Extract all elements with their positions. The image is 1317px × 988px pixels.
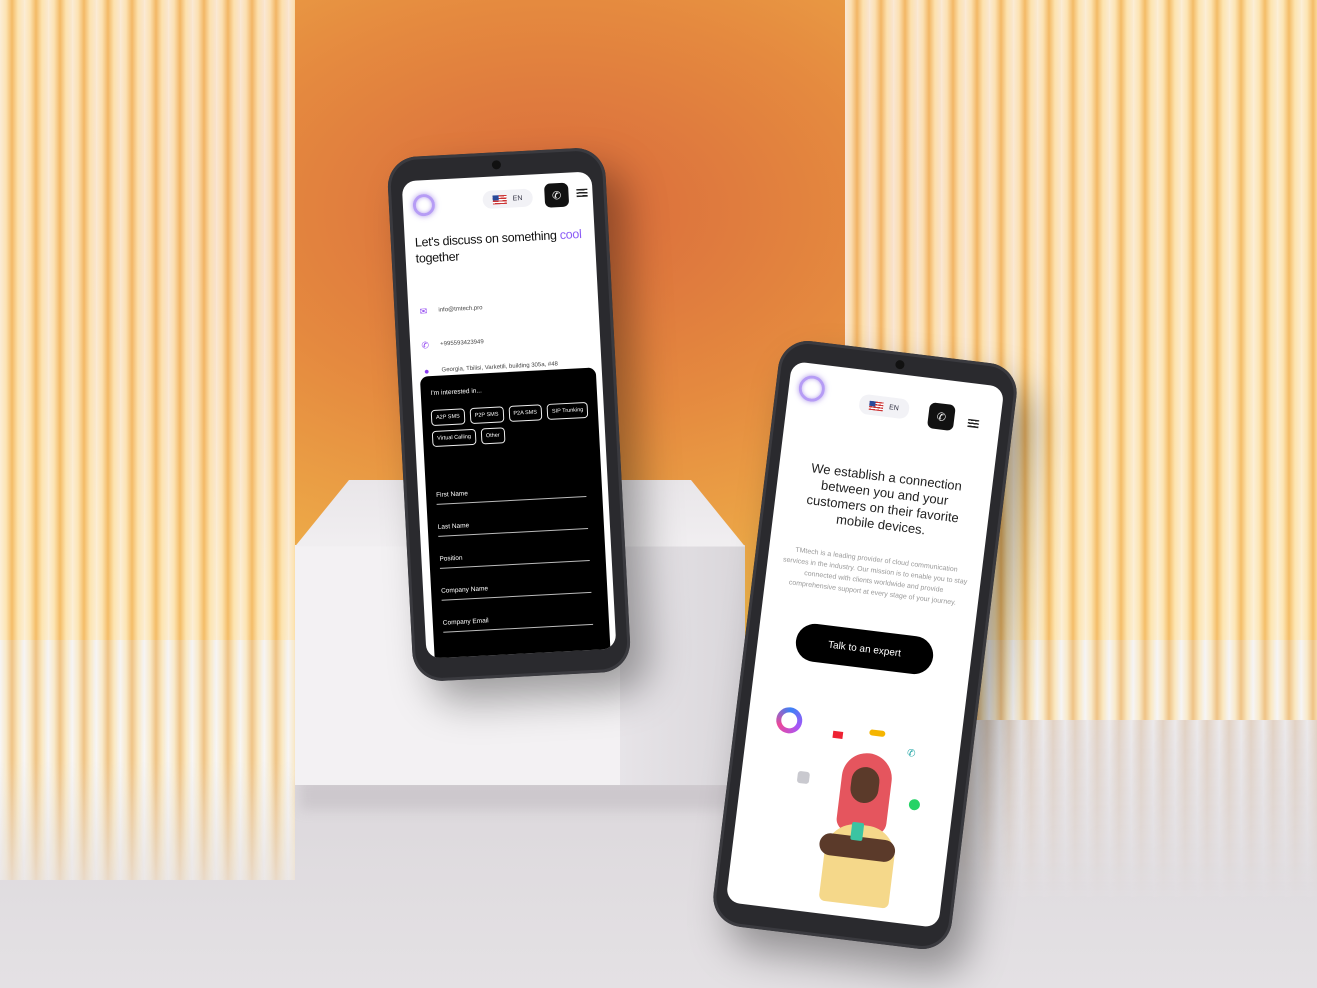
camera-hole [894, 359, 905, 370]
us-flag-icon [492, 194, 507, 205]
email-text: info@tmtech.pro [438, 305, 483, 314]
last-name-field[interactable]: Last Name [437, 516, 589, 537]
woman-with-phone-illustration [808, 748, 916, 913]
call-button[interactable]: ✆ [926, 402, 956, 432]
option-a2p-sms[interactable]: A2P SMS [430, 408, 466, 427]
phone-left: EN ✆ Let's discuss on something cool tog… [386, 146, 632, 683]
contact-email[interactable]: ✉ info@tmtech.pro [418, 303, 483, 316]
glass-panel-left [0, 0, 295, 880]
contact-screen: EN ✆ Let's discuss on something cool tog… [401, 171, 617, 659]
top-bar: EN ✆ [787, 361, 1005, 432]
podium-side [620, 545, 745, 785]
logo-icon[interactable] [412, 193, 436, 217]
chat-icon [869, 729, 886, 738]
interested-label: I'm interested in... [430, 387, 483, 398]
language-selector[interactable]: EN [482, 188, 533, 210]
title-prefix: Let's discuss on something [414, 228, 557, 250]
smartphone-icon [850, 821, 865, 842]
phone-icon: ✆ [551, 189, 562, 202]
option-other[interactable]: Other [480, 427, 506, 445]
phone-icon: ✆ [936, 410, 947, 424]
option-sip-trunking[interactable]: SIP Trunking [546, 401, 589, 420]
messenger-icon [774, 705, 804, 735]
company-email-field[interactable]: Company Email [442, 611, 594, 633]
language-selector[interactable]: EN [858, 393, 910, 420]
contact-form: I'm interested in... A2P SMS P2P SMS P2A… [419, 367, 612, 659]
option-p2a-sms[interactable]: P2A SMS [508, 404, 543, 423]
phone-icon: ✆ [421, 339, 430, 350]
company-name-field[interactable]: Company Name [440, 579, 592, 601]
camera-hole [491, 160, 502, 170]
call-button[interactable]: ✆ [543, 182, 570, 208]
option-virtual-calling[interactable]: Virtual Calling [431, 428, 477, 448]
mail-icon [832, 730, 844, 739]
mail-icon: ✉ [419, 305, 428, 317]
hero-subtext: TMtech is a leading provider of cloud co… [782, 546, 968, 607]
hero-heading: We establish a connection between you an… [805, 460, 963, 538]
option-p2p-sms[interactable]: P2P SMS [469, 406, 504, 425]
phone-text: +995593423949 [440, 339, 484, 348]
hero-illustration: ✆ [736, 700, 953, 922]
first-name-field[interactable]: First Name [435, 484, 587, 505]
contact-phone[interactable]: ✆ +995593423949 [420, 337, 484, 350]
menu-icon[interactable] [576, 188, 588, 198]
title-suffix: together [415, 249, 460, 266]
language-label: EN [888, 403, 900, 412]
title-accent: cool [559, 226, 582, 243]
interest-options: A2P SMS P2P SMS P2A SMS SIP Trunking Vir… [430, 401, 593, 448]
talk-to-expert-button[interactable]: Talk to an expert [793, 621, 936, 677]
logo-icon[interactable] [797, 374, 827, 404]
position-field[interactable]: Position [439, 547, 590, 569]
language-label: EN [512, 194, 523, 203]
location-pin-icon: ● [423, 366, 430, 377]
us-flag-icon [868, 400, 884, 411]
menu-icon[interactable] [967, 418, 980, 429]
page-title: Let's discuss on something cool together [414, 226, 590, 267]
top-bar: EN ✆ [402, 171, 594, 225]
robot-icon [796, 770, 811, 785]
